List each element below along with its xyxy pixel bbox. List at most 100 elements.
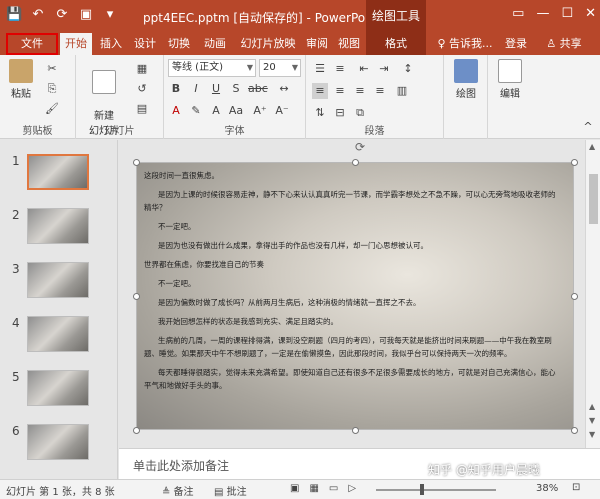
scroll-down-icon[interactable]: ▼ <box>589 416 595 425</box>
highlight-icon[interactable]: ✎ <box>188 103 204 119</box>
resize-handle[interactable] <box>571 293 578 300</box>
scroll-up-icon[interactable]: ▲ <box>589 142 595 151</box>
scroll-up-icon[interactable]: ▲ <box>589 402 595 411</box>
normal-view-icon[interactable]: ▣ <box>290 483 299 494</box>
smartart-icon[interactable]: ⧉ <box>352 105 368 121</box>
cut-icon[interactable]: ✂ <box>44 61 60 77</box>
tab-animations[interactable]: 动画 <box>198 33 232 55</box>
tab-view[interactable]: 视图 <box>334 33 364 55</box>
zoom-slider-knob[interactable] <box>420 484 424 495</box>
fit-to-window-icon[interactable]: ⊡ <box>572 482 580 493</box>
resize-handle[interactable] <box>571 427 578 434</box>
slide-thumbnail-4[interactable] <box>27 316 89 352</box>
paste-button[interactable]: 粘贴 <box>6 59 36 100</box>
slide-thumbnail-6[interactable] <box>27 424 89 460</box>
resize-handle[interactable] <box>571 159 578 166</box>
font-size-value: 20 <box>263 62 276 73</box>
minimize-icon[interactable]: — <box>536 6 549 21</box>
bold-icon[interactable]: B <box>168 81 184 97</box>
resize-handle[interactable] <box>352 427 359 434</box>
slide-paragraph: 是因为上课的时候很容易走神，静不下心来认认真真听完一节课，而学霸李想处之不急不躁… <box>144 190 556 212</box>
font-group: 等线 (正文) ▼ 20 ▼ B I U S abc ↔ A ✎ A Aa A⁺… <box>164 55 306 139</box>
drawing-group: 绘图 <box>444 55 488 139</box>
align-text-icon[interactable]: ⊟ <box>332 105 348 121</box>
strikethrough-icon[interactable]: abc <box>248 81 268 97</box>
maximize-icon[interactable]: ☐ <box>561 6 573 21</box>
char-spacing-icon[interactable]: ↔ <box>276 81 292 97</box>
close-icon[interactable]: ✕ <box>585 6 596 21</box>
font-family-select[interactable]: 等线 (正文) ▼ <box>168 59 256 77</box>
font-color-icon[interactable]: A <box>168 103 184 119</box>
next-slide-icon[interactable]: ▼ <box>589 430 595 439</box>
sign-in-link[interactable]: 登录 <box>500 33 532 55</box>
slide-paragraph: 生病前的几周，一周的课程排得满，课到没空刷题（四月的考四），可我每天就是能挤出时… <box>144 336 552 358</box>
grow-font-icon[interactable]: A⁺ <box>252 103 268 119</box>
text-effects-icon[interactable]: A <box>208 103 224 119</box>
notes-toggle-button[interactable]: ≜ 备注 <box>162 483 194 498</box>
shrink-font-icon[interactable]: A⁻ <box>274 103 290 119</box>
slide-paragraph: 我开始回想怎样的状态是我感到充实、满足且踏实的。 <box>158 317 338 326</box>
align-left-icon[interactable]: ≡ <box>312 83 328 99</box>
slideshow-view-icon[interactable]: ▷ <box>348 483 356 494</box>
tab-home[interactable]: 开始 <box>60 33 92 55</box>
slide-canvas[interactable]: 这段时间一直很焦虑。 是因为上课的时候很容易走神，静不下心来认认真真听完一节课，… <box>136 162 574 430</box>
save-icon[interactable]: 💾 <box>6 7 22 22</box>
columns-icon[interactable]: ▥ <box>394 83 410 99</box>
tell-me-search[interactable]: ♀ 告诉我... <box>432 33 498 55</box>
justify-icon[interactable]: ≡ <box>372 83 388 99</box>
tab-slideshow[interactable]: 幻灯片放映 <box>236 33 300 55</box>
format-painter-icon[interactable]: 🖌 <box>44 101 60 117</box>
reading-view-icon[interactable]: ▭ <box>329 483 338 494</box>
resize-handle[interactable] <box>133 159 140 166</box>
section-icon[interactable]: ▤ <box>134 101 150 117</box>
slide-text-box[interactable]: 这段时间一直很焦虑。 是因为上课的时候很容易走神，静不下心来认认真真听完一节课，… <box>144 169 562 398</box>
increase-indent-icon[interactable]: ⇥ <box>376 61 392 77</box>
decrease-indent-icon[interactable]: ⇤ <box>356 61 372 77</box>
zoom-slider[interactable] <box>376 489 496 491</box>
change-case-icon[interactable]: Aa <box>228 103 244 119</box>
align-center-icon[interactable]: ≡ <box>332 83 348 99</box>
slide-thumbnail-1[interactable] <box>27 154 89 190</box>
collapse-ribbon-icon[interactable]: ^ <box>580 119 596 135</box>
editing-button[interactable]: 编辑 <box>494 59 526 100</box>
undo-icon[interactable]: ↶ <box>30 7 46 22</box>
bullets-icon[interactable]: ☰ <box>312 61 328 77</box>
slide-sorter-icon[interactable]: ▦ <box>309 483 318 494</box>
drawing-button[interactable]: 绘图 <box>450 59 482 100</box>
redo-icon[interactable]: ⟳ <box>54 7 70 22</box>
vertical-scrollbar[interactable]: ▲ ▲ ▼ ▼ <box>585 140 600 448</box>
reset-icon[interactable]: ↺ <box>134 81 150 97</box>
shadow-icon[interactable]: S <box>228 81 244 97</box>
customize-qat-icon[interactable]: ▾ <box>102 7 118 22</box>
italic-icon[interactable]: I <box>188 81 204 97</box>
share-button[interactable]: ♙ 共享 <box>536 33 592 55</box>
tab-review[interactable]: 审阅 <box>302 33 332 55</box>
copy-icon[interactable]: ⎘ <box>44 81 60 97</box>
slideshow-from-start-icon[interactable]: ▣ <box>78 7 94 22</box>
resize-handle[interactable] <box>133 427 140 434</box>
slide-thumbnail-5[interactable] <box>27 370 89 406</box>
tab-design[interactable]: 设计 <box>130 33 160 55</box>
font-size-select[interactable]: 20 ▼ <box>259 59 301 77</box>
scrollbar-thumb[interactable] <box>589 174 598 224</box>
slide-thumbnail-3[interactable] <box>27 262 89 298</box>
tab-format[interactable]: 格式 <box>366 33 426 55</box>
paragraph-group-label: 段落 <box>364 126 385 137</box>
tab-file[interactable]: 文件 <box>6 33 58 55</box>
ribbon-display-options-icon[interactable]: ▭ <box>512 6 524 21</box>
tab-insert[interactable]: 插入 <box>96 33 126 55</box>
numbering-icon[interactable]: ≡ <box>332 61 348 77</box>
line-spacing-icon[interactable]: ↕ <box>400 61 416 77</box>
comments-toggle-button[interactable]: ▤ 批注 <box>214 483 247 498</box>
resize-handle[interactable] <box>352 159 359 166</box>
tab-transitions[interactable]: 切换 <box>164 33 194 55</box>
slide-thumbnail-2[interactable] <box>27 208 89 244</box>
zoom-level[interactable]: 38% <box>536 483 558 494</box>
window-title: ppt4EEC.pptm [自动保存的] - PowerPoint <box>143 11 381 25</box>
align-right-icon[interactable]: ≡ <box>352 83 368 99</box>
resize-handle[interactable] <box>133 293 140 300</box>
underline-icon[interactable]: U <box>208 81 224 97</box>
rotate-handle-icon[interactable]: ⟳ <box>355 140 365 154</box>
layout-icon[interactable]: ▦ <box>134 61 150 77</box>
text-direction-icon[interactable]: ⇅ <box>312 105 328 121</box>
